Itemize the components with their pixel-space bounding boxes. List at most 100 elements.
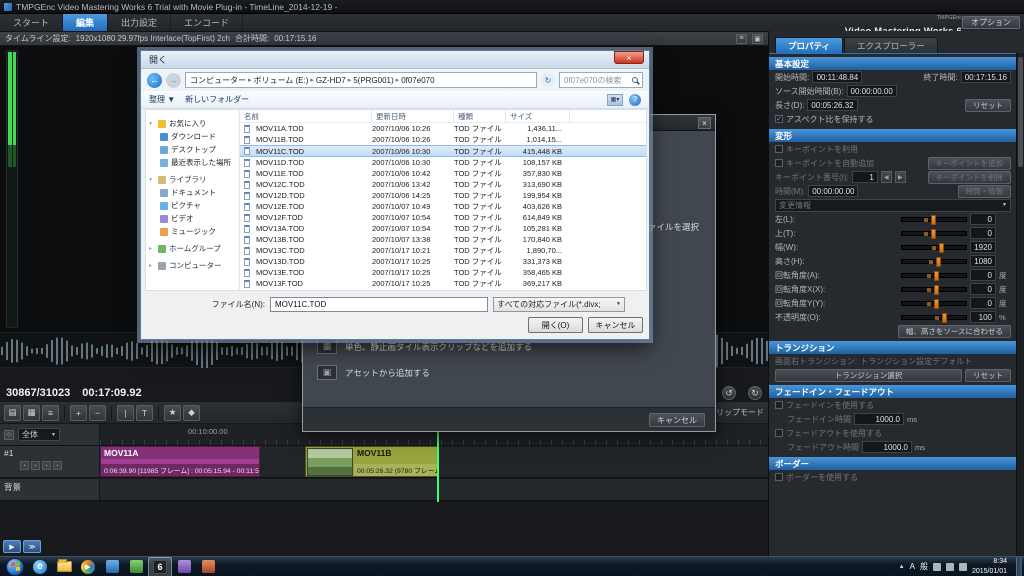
- keypoint-prev-icon[interactable]: ◀: [880, 171, 892, 183]
- options-button[interactable]: オプション: [962, 16, 1020, 29]
- split-tool-button[interactable]: |: [117, 404, 134, 421]
- file-row[interactable]: MOV13B.TOD 2007/10/07 13:38 TOD ファイル 170,84…: [240, 234, 646, 245]
- time-info-button[interactable]: 時間・情報: [957, 184, 1011, 198]
- taskbar-app-button[interactable]: [196, 557, 220, 576]
- add-keypoint-button[interactable]: キーポイントを追加: [927, 156, 1011, 170]
- clip-mov11a[interactable]: MOV11A 0:06:39.90 [11985 フレーム] : 00:05:1…: [100, 446, 260, 477]
- rotation-y-value[interactable]: 0: [970, 297, 996, 309]
- height-value[interactable]: 1080: [970, 255, 996, 267]
- add-clip-close-icon[interactable]: ×: [698, 117, 711, 129]
- sidebar-group-homegroup[interactable]: ▸ ホームグループ: [146, 242, 239, 255]
- zoom-level-dropdown[interactable]: 全体 ▼: [18, 428, 60, 441]
- end-time-value[interactable]: 00:17:15.16: [960, 71, 1011, 83]
- rotation-x-slider[interactable]: [901, 284, 967, 295]
- add-from-asset-option[interactable]: ▣ アセットから追加する: [317, 365, 430, 380]
- height-slider[interactable]: [901, 256, 967, 267]
- taskbar-app-button[interactable]: [172, 557, 196, 576]
- back-icon[interactable]: ←: [147, 72, 162, 88]
- breadcrumb-0f07e070[interactable]: 0f07e070: [401, 76, 434, 85]
- filetype-dropdown[interactable]: すべての対応ファイル(*.divx; ▼: [493, 296, 625, 312]
- column-date[interactable]: 更新日時: [372, 110, 454, 122]
- ime-input-mode[interactable]: A: [910, 562, 915, 571]
- tab-properties[interactable]: プロパティ: [775, 37, 843, 53]
- file-row[interactable]: MOV13E.TOD 2007/10/17 10:25 TOD ファイル 358,46…: [240, 267, 646, 278]
- cancel-button[interactable]: キャンセル: [588, 317, 643, 333]
- track-button[interactable]: ▪: [53, 461, 62, 470]
- sidebar-group-computer[interactable]: ▸ コンピューター: [146, 259, 239, 272]
- refresh-icon[interactable]: ↻: [541, 73, 555, 87]
- forward-icon[interactable]: →: [166, 72, 181, 88]
- open-dialog-titlebar[interactable]: 開く: [141, 51, 649, 69]
- sidebar-item-videos[interactable]: ビデオ: [146, 212, 239, 225]
- reset-basic-button[interactable]: リセット: [965, 98, 1011, 112]
- left-slider[interactable]: [901, 214, 967, 225]
- fade-out-time-value[interactable]: 1000.0: [862, 441, 912, 453]
- fit-to-source-button[interactable]: 幅、高さをソースに合わせる: [897, 324, 1011, 338]
- settings-bar-menu-icon[interactable]: ≡: [736, 33, 747, 44]
- auto-keypoint-checkbox[interactable]: [775, 159, 783, 167]
- rotation-value[interactable]: 0: [970, 269, 996, 281]
- transition-reset-button[interactable]: リセット: [965, 368, 1011, 382]
- tray-expand-icon[interactable]: ▲: [899, 564, 905, 570]
- settings-bar-panel-icon[interactable]: ▣: [752, 33, 763, 44]
- tray-network-icon[interactable]: [958, 562, 967, 571]
- start-button[interactable]: [6, 557, 24, 576]
- sidebar-item-documents[interactable]: ドキュメント: [146, 186, 239, 199]
- breadcrumb-prg001[interactable]: 5(PRG001): [353, 76, 393, 85]
- taskbar-explorer-button[interactable]: [52, 557, 76, 576]
- file-row[interactable]: MOV13A.TOD 2007/10/07 10:54 TOD ファイル 105,28…: [240, 223, 646, 234]
- tray-volume-icon[interactable]: [945, 562, 954, 571]
- tray-status-icon[interactable]: [932, 562, 941, 571]
- breadcrumb-computer[interactable]: コンピューター: [190, 75, 246, 86]
- fade-out-checkbox[interactable]: [775, 429, 783, 437]
- view-mode-icon[interactable]: ▦▾: [607, 93, 623, 106]
- sidebar-item-pictures[interactable]: ピクチャ: [146, 199, 239, 212]
- taskbar-tmpgenc-button[interactable]: 6: [148, 556, 172, 576]
- sidebar-item-downloads[interactable]: ダウンロード: [146, 130, 239, 143]
- timeline-tool-button[interactable]: ▤: [4, 404, 21, 421]
- aspect-ratio-checkbox[interactable]: ✓: [775, 115, 783, 123]
- file-row[interactable]: MOV12E.TOD 2007/10/07 10:49 TOD ファイル 403,62…: [240, 201, 646, 212]
- opacity-value[interactable]: 100: [970, 311, 996, 323]
- taskbar-app-button[interactable]: [124, 557, 148, 576]
- timeline-prev-button[interactable]: ▶: [3, 540, 21, 553]
- width-slider[interactable]: [901, 242, 967, 253]
- tab-explorer[interactable]: エクスプローラー: [844, 37, 938, 53]
- length-value[interactable]: 00:05:26.32: [807, 99, 858, 111]
- breadcrumb[interactable]: コンピューター ▸ ボリューム (E:) ▸ GZ-HD7 ▸ 5(PRG001) ▸ …: [185, 72, 537, 88]
- sidebar-item-desktop[interactable]: デスクトップ: [146, 143, 239, 156]
- undo-icon[interactable]: ↺: [722, 386, 736, 400]
- taskbar-ie-button[interactable]: e: [28, 557, 52, 576]
- clip-mov11b[interactable]: MOV11B 00:05:26.32 (9780 フレーム) : 00:11:4…: [305, 446, 438, 477]
- track-background-header[interactable]: 背景: [0, 479, 100, 500]
- add-tile-clip-option[interactable]: ▦ 単色、静止画タイル表示クリップなどを追加する: [317, 339, 532, 354]
- timeline-tool-button[interactable]: ≡: [42, 404, 59, 421]
- start-time-value[interactable]: 00:11:48.84: [812, 71, 863, 83]
- rotation-x-value[interactable]: 0: [970, 283, 996, 295]
- column-size[interactable]: サイズ: [506, 110, 570, 122]
- change-info-dropdown[interactable]: 変更情報 ▼: [775, 198, 1011, 212]
- taskbar-media-player-button[interactable]: ▶: [76, 557, 100, 576]
- tab-output-settings[interactable]: 出力設定: [108, 14, 172, 31]
- filename-input[interactable]: MOV11C.TOD: [270, 296, 488, 312]
- ime-conversion-mode[interactable]: 般: [920, 561, 928, 572]
- help-icon[interactable]: ?: [629, 93, 641, 106]
- tab-encode[interactable]: エンコード: [171, 14, 244, 31]
- file-row[interactable]: MOV11A.TOD 2007/10/06 10:26 TOD ファイル 1,436,…: [240, 123, 646, 134]
- sidebar-group-libraries[interactable]: ▾ ライブラリ: [146, 173, 239, 186]
- open-button[interactable]: 開く(O): [528, 317, 583, 333]
- track-button[interactable]: ▪: [42, 461, 51, 470]
- search-input[interactable]: 0f07e070の検索: [559, 72, 643, 88]
- tab-start[interactable]: スタート: [0, 14, 64, 31]
- opacity-slider[interactable]: [901, 312, 967, 323]
- file-row[interactable]: MOV12D.TOD 2007/10/06 14:25 TOD ファイル 199,95…: [240, 190, 646, 201]
- keypoint-next-icon[interactable]: ▶: [894, 171, 906, 183]
- rotation-slider[interactable]: [901, 270, 967, 281]
- text-tool-button[interactable]: T: [136, 404, 153, 421]
- transition-tool-button[interactable]: ◆: [183, 404, 200, 421]
- zoom-icon[interactable]: ◇: [4, 429, 14, 440]
- sidebar-group-favorites[interactable]: ▾ お気に入り: [146, 117, 239, 130]
- file-row[interactable]: MOV13C.TOD 2007/10/17 10:21 TOD ファイル 1,890,…: [240, 245, 646, 256]
- panel-scrollbar[interactable]: [1016, 53, 1024, 556]
- width-value[interactable]: 1920: [970, 241, 996, 253]
